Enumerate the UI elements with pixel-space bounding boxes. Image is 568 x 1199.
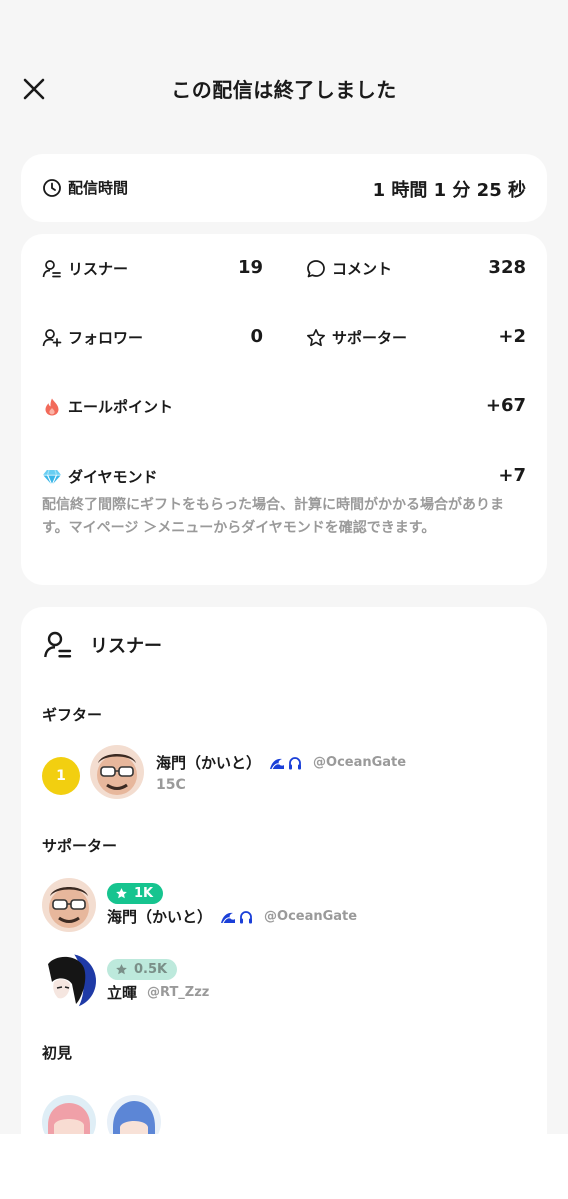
stat-yell-points: エールポイント xyxy=(42,396,173,417)
headset-badge-icon xyxy=(240,910,253,923)
star-icon xyxy=(116,964,127,975)
followers-label: フォロワー xyxy=(68,329,144,347)
followers-value: 0 xyxy=(250,326,263,347)
avatar[interactable] xyxy=(90,745,144,799)
listeners-section-card: リスナー ギフター 1 海門（かいと） @OceanGate 15C サポーター xyxy=(21,607,547,1167)
star-icon xyxy=(116,888,127,899)
listeners-section-header: リスナー xyxy=(42,629,162,661)
star-icon xyxy=(306,328,326,348)
supporter-name-row: 立暉 @RT_Zzz xyxy=(107,982,209,1003)
follower-add-icon xyxy=(42,328,62,348)
gifter-name: 海門（かいと） xyxy=(156,754,262,772)
avatar[interactable] xyxy=(42,878,96,932)
supporters-label: サポーター xyxy=(332,329,408,347)
listener-icon xyxy=(42,259,62,279)
listeners-section-title: リスナー xyxy=(90,636,162,657)
page-title: この配信は終了しました xyxy=(171,78,397,102)
supporter-handle: @RT_Zzz xyxy=(147,985,210,1000)
supporter-badges xyxy=(220,909,254,925)
stats-card: リスナー 19 コメント 328 フォロワー 0 サポーター +2 エールポイン… xyxy=(21,234,547,585)
diamond-icon xyxy=(42,467,62,487)
gifter-badges xyxy=(269,755,303,771)
diamond-note: 配信終了間際にギフトをもらった場合、計算に時間がかかる場合があります。マイページ… xyxy=(42,497,504,536)
supporter-label: サポーター xyxy=(42,837,118,855)
clock-icon xyxy=(42,178,62,198)
first-time-label: 初見 xyxy=(42,1044,73,1062)
ocean-badge-icon xyxy=(221,912,236,923)
listener-icon xyxy=(42,629,74,661)
stat-listeners: リスナー xyxy=(42,258,128,279)
supporters-value: +2 xyxy=(498,326,526,347)
yell-points-label: エールポイント xyxy=(68,398,174,416)
headset-badge-icon xyxy=(289,756,302,769)
supporter-handle: @OceanGate xyxy=(264,909,358,924)
flame-icon xyxy=(42,397,62,417)
yell-points-value: +67 xyxy=(485,395,526,416)
listeners-label: リスナー xyxy=(68,260,129,278)
duration-label: 配信時間 xyxy=(68,179,129,197)
comment-icon xyxy=(306,259,326,279)
stat-supporters: サポーター xyxy=(306,327,407,348)
stat-followers: フォロワー xyxy=(42,327,143,348)
duration-row: 配信時間 xyxy=(42,177,128,198)
gifter-label: ギフター xyxy=(42,706,103,724)
diamonds-value: +7 xyxy=(498,465,526,486)
comments-value: 328 xyxy=(488,257,526,278)
top-bar: この配信は終了しました xyxy=(0,60,568,118)
listeners-value: 19 xyxy=(237,257,263,278)
supporter-badge: 1K xyxy=(107,883,164,904)
stat-comments: コメント xyxy=(306,258,392,279)
bottom-area xyxy=(0,1134,568,1199)
comments-label: コメント xyxy=(332,260,393,278)
supporter-badge-value: 0.5K xyxy=(134,962,168,977)
avatar[interactable] xyxy=(42,954,96,1008)
supporter-name: 立暉 xyxy=(107,984,138,1002)
supporter-name: 海門（かいと） xyxy=(107,908,213,926)
supporter-badge: 0.5K xyxy=(107,959,178,980)
supporter-name-row: 海門（かいと） @OceanGate xyxy=(107,906,357,927)
gifter-name-row: 海門（かいと） @OceanGate xyxy=(156,752,406,773)
rank-badge: 1 xyxy=(42,757,80,795)
diamonds-label: ダイヤモンド xyxy=(68,468,158,486)
gifter-amount: 15C xyxy=(156,777,186,793)
duration-card: 配信時間 1 時間 1 分 25 秒 xyxy=(21,154,547,222)
stat-diamonds: ダイヤモンド xyxy=(42,466,158,487)
supporter-badge-value: 1K xyxy=(134,886,154,901)
gifter-handle: @OceanGate xyxy=(313,755,407,770)
duration-value: 1 時間 1 分 25 秒 xyxy=(372,180,526,201)
ocean-badge-icon xyxy=(270,758,285,769)
